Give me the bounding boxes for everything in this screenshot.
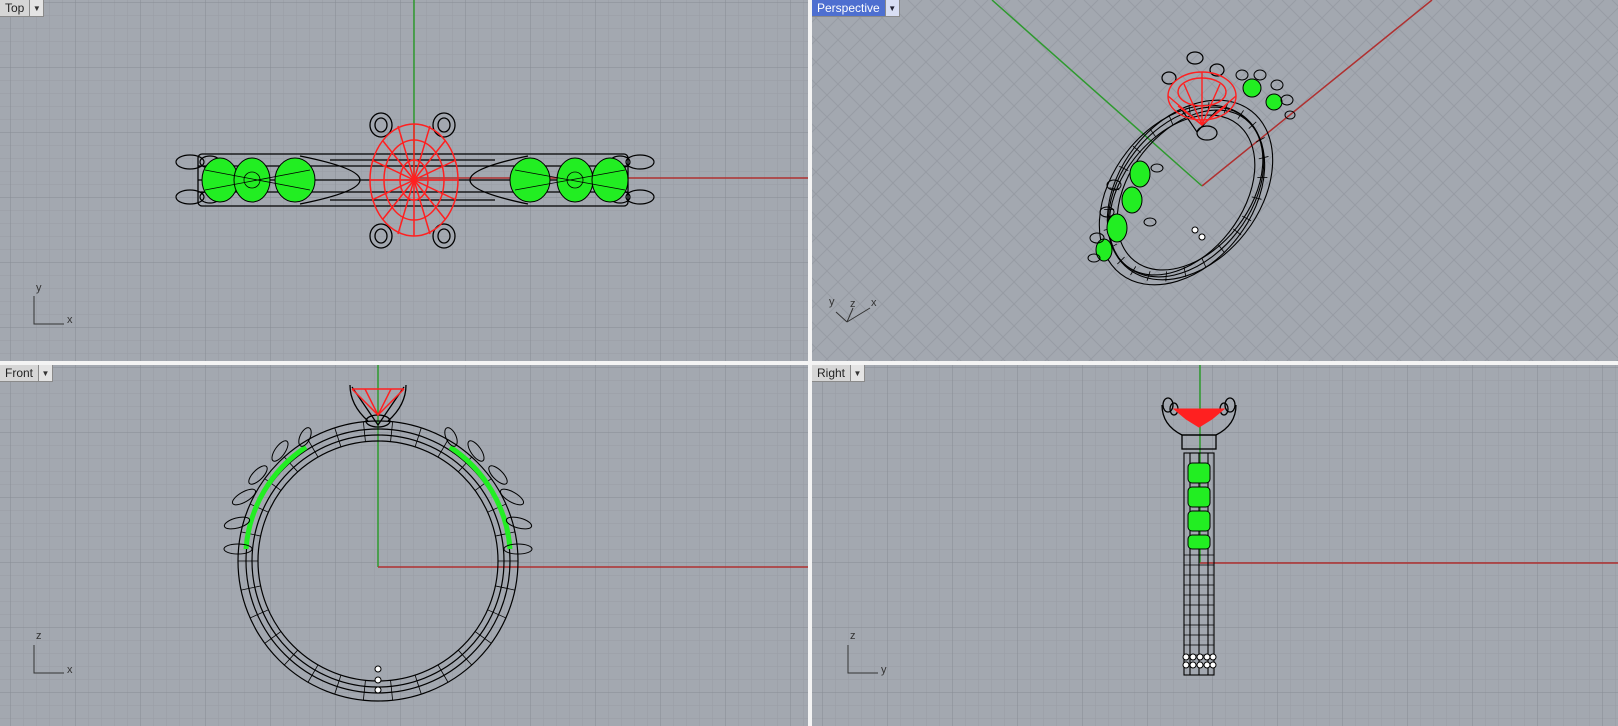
axis-label-v: y bbox=[36, 282, 42, 294]
viewport-right[interactable]: Right ▼ z y bbox=[812, 365, 1618, 726]
perspective-grid bbox=[812, 0, 1618, 361]
front-view-scene[interactable] bbox=[0, 365, 808, 726]
axis-label-x: x bbox=[871, 297, 877, 309]
gallery-bead bbox=[1191, 226, 1199, 234]
viewport-divider-horizontal[interactable] bbox=[0, 361, 1618, 365]
viewport-front[interactable]: Front ▼ z x bbox=[0, 365, 808, 726]
viewport-title[interactable]: Right bbox=[812, 365, 852, 382]
viewport-tab-front[interactable]: Front ▼ bbox=[0, 365, 54, 382]
triangle-down-icon[interactable]: ▼ bbox=[885, 0, 900, 17]
center-stone bbox=[369, 123, 459, 237]
axis-label-v: z bbox=[36, 630, 42, 642]
gallery-bead bbox=[1198, 233, 1206, 241]
axis-label-h: x bbox=[67, 664, 73, 676]
axis-label-h: x bbox=[67, 314, 73, 326]
axis-label-z: z bbox=[850, 298, 856, 310]
axis-label-y: y bbox=[829, 296, 835, 308]
viewport-perspective[interactable]: Perspective ▼ y z x bbox=[812, 0, 1618, 361]
triangle-down-icon[interactable]: ▼ bbox=[39, 365, 54, 382]
viewport-title[interactable]: Top bbox=[0, 0, 31, 17]
triangle-down-icon[interactable]: ▼ bbox=[851, 365, 866, 382]
triangle-down-icon[interactable]: ▼ bbox=[30, 0, 45, 17]
viewport-tab-top[interactable]: Top ▼ bbox=[0, 0, 45, 17]
axis-widget bbox=[835, 307, 871, 323]
top-view-scene[interactable] bbox=[0, 0, 808, 361]
side-stones-right bbox=[1187, 462, 1211, 550]
right-view-scene[interactable] bbox=[812, 365, 1618, 726]
viewport-tab-right[interactable]: Right ▼ bbox=[812, 365, 866, 382]
viewport-title[interactable]: Front bbox=[0, 365, 40, 382]
perspective-view-scene[interactable] bbox=[812, 0, 1618, 361]
viewport-top[interactable]: Top ▼ y x bbox=[0, 0, 808, 361]
viewport-tab-perspective[interactable]: Perspective ▼ bbox=[812, 0, 900, 17]
viewport-title[interactable]: Perspective bbox=[812, 0, 886, 17]
axis-label-h: y bbox=[881, 664, 887, 676]
bottom-beads bbox=[374, 665, 382, 694]
axis-label-v: z bbox=[850, 630, 856, 642]
